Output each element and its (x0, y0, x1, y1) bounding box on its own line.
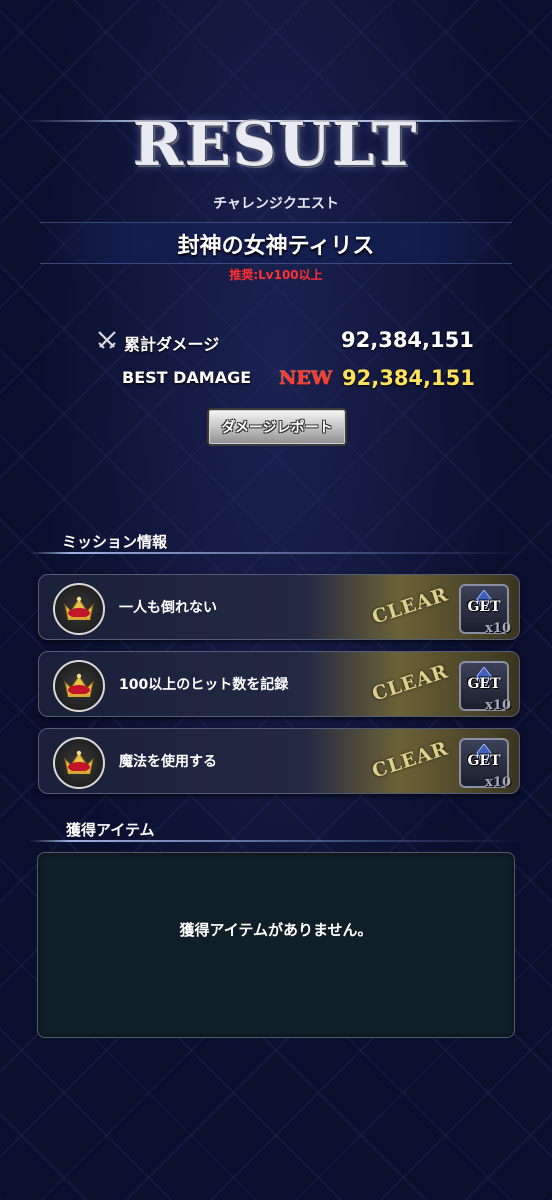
recommended-level: 推奨:Lv100以上 (229, 268, 323, 282)
damage-report-button[interactable]: ダメージレポート (207, 408, 347, 446)
crossed-swords-icon (96, 329, 118, 351)
best-damage-value: 92,384,151 (342, 366, 475, 390)
crown-icon (53, 737, 105, 789)
crown-icon (53, 660, 105, 712)
reward-count: x10 (485, 621, 511, 636)
get-label: GET (467, 599, 501, 615)
damage-label: 累計ダメージ (124, 335, 220, 354)
clear-stamp: CLEAR (369, 660, 451, 706)
damage-value: 92,384,151 (341, 328, 474, 352)
mission-row: 魔法を使用する CLEAR GET x10 (38, 728, 520, 794)
best-damage-label: BEST DAMAGE (122, 368, 252, 387)
result-title: RESULT (133, 110, 419, 180)
mission-text: 一人も倒れない (119, 600, 217, 616)
reward-count: x10 (485, 775, 511, 790)
quest-name: 封神の女神ティリス (177, 234, 375, 259)
items-section-title: 獲得アイテム (66, 821, 155, 839)
clear-stamp: CLEAR (369, 583, 451, 629)
acquired-items-panel: 獲得アイテムがありません。 (37, 852, 515, 1038)
get-label: GET (467, 676, 501, 692)
mission-section-title: ミッション情報 (62, 533, 168, 551)
mission-text: 魔法を使用する (119, 754, 217, 770)
quest-category: チャレンジクエスト (213, 196, 339, 212)
mission-text: 100以上のヒット数を記録 (119, 677, 289, 693)
clear-stamp: CLEAR (369, 737, 451, 783)
new-record-badge: NEW (279, 367, 333, 389)
crown-icon (53, 583, 105, 635)
mission-row: 一人も倒れない CLEAR GET x10 (38, 574, 520, 640)
reward-get-badge[interactable]: GET x10 (459, 661, 511, 713)
mission-row: 100以上のヒット数を記録 CLEAR GET x10 (38, 651, 520, 717)
mission-section-divider (30, 552, 530, 554)
reward-get-badge[interactable]: GET x10 (459, 738, 511, 790)
reward-get-badge[interactable]: GET x10 (459, 584, 511, 636)
reward-count: x10 (485, 698, 511, 713)
empty-items-message: 獲得アイテムがありません。 (179, 921, 373, 939)
get-label: GET (467, 753, 501, 769)
items-section-divider (30, 840, 530, 842)
